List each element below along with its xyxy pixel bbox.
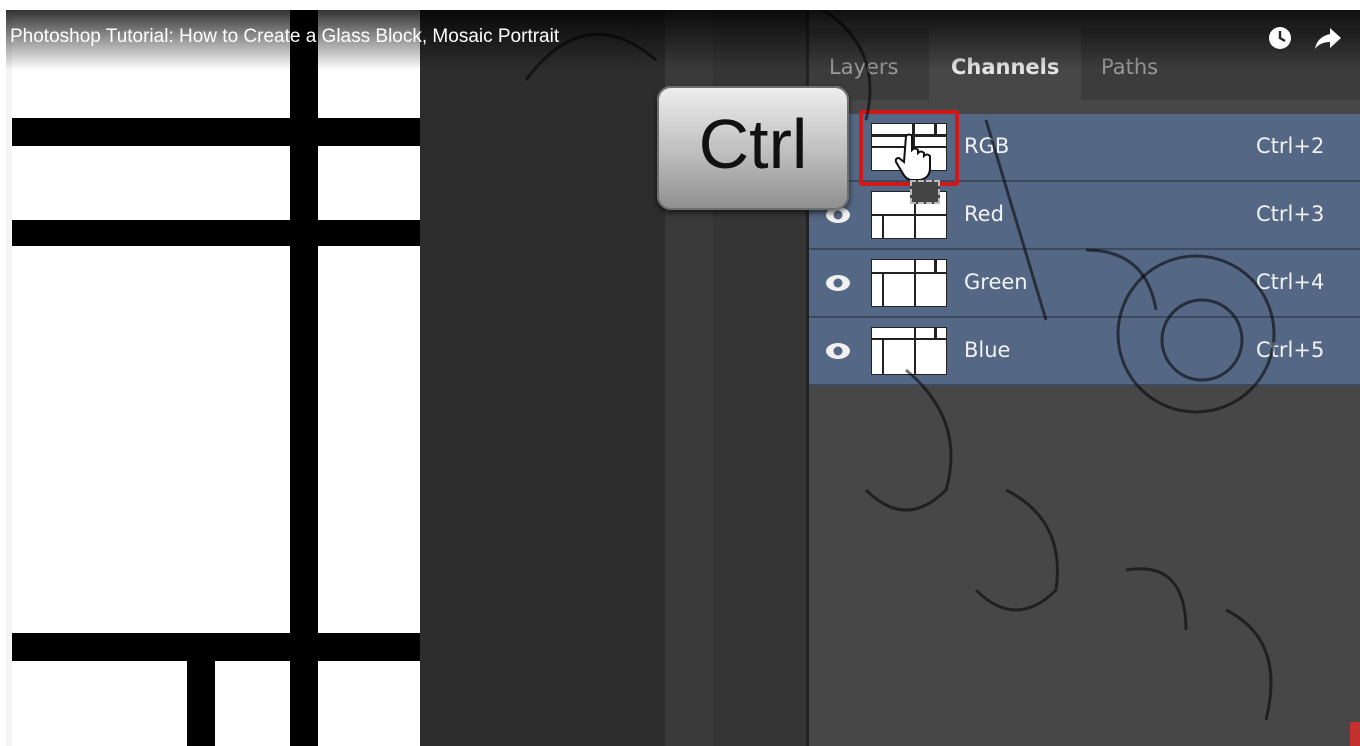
channel-shortcut: Ctrl+4 — [1256, 270, 1325, 294]
channel-shortcut: Ctrl+2 — [1256, 134, 1325, 158]
drag-selection-icon — [910, 180, 940, 204]
grid-line — [6, 220, 420, 246]
visibility-eye-icon[interactable] — [825, 273, 851, 293]
hand-cursor-icon — [894, 133, 931, 181]
progress-marker — [1350, 722, 1360, 746]
channel-shortcut: Ctrl+3 — [1256, 202, 1325, 226]
channel-row-green[interactable]: Green Ctrl+4 — [809, 250, 1360, 318]
channel-thumbnail — [871, 327, 947, 375]
ctrl-key-overlay: Ctrl — [657, 86, 849, 210]
clock-icon[interactable] — [1268, 26, 1292, 50]
channel-thumbnail — [871, 259, 947, 307]
visibility-eye-icon[interactable] — [825, 341, 851, 361]
workspace-background — [420, 10, 665, 746]
grid-line — [6, 633, 420, 661]
channel-name: Green — [964, 270, 1028, 294]
grid-line — [6, 118, 420, 146]
ctrl-key-label: Ctrl — [698, 105, 808, 183]
document-canvas — [6, 10, 420, 746]
channel-name: Blue — [964, 338, 1011, 362]
channel-name: RGB — [964, 134, 1010, 158]
video-title[interactable]: Photoshop Tutorial: How to Create a Glas… — [10, 26, 559, 48]
grid-line — [187, 661, 215, 746]
channel-name: Red — [964, 202, 1004, 226]
canvas-edge — [6, 10, 12, 746]
share-icon[interactable] — [1314, 26, 1342, 50]
channel-shortcut: Ctrl+5 — [1256, 338, 1325, 362]
video-player[interactable]: Layers Channels Paths RGB Ctrl+2 Red Ctr… — [6, 10, 1360, 746]
channel-row-red[interactable]: Red Ctrl+3 — [809, 182, 1360, 250]
channel-row-blue[interactable]: Blue Ctrl+5 — [809, 318, 1360, 386]
